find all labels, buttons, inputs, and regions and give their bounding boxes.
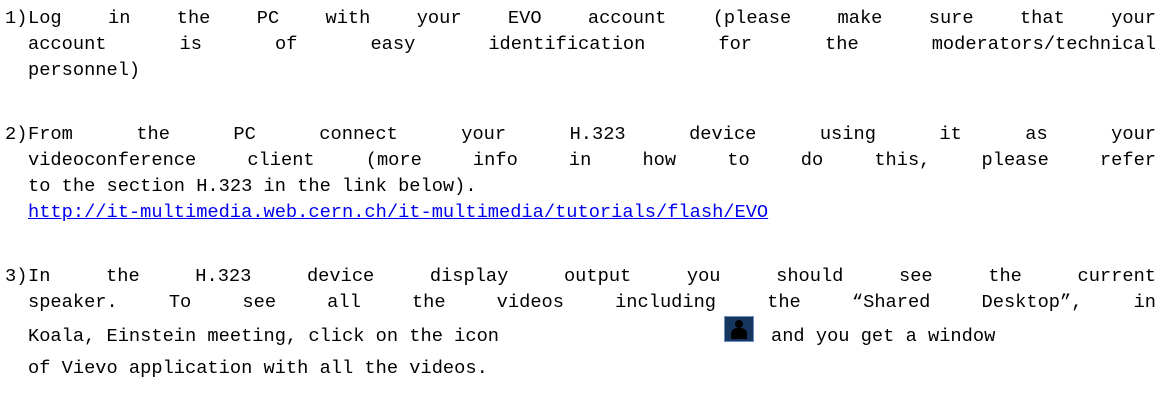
step-text-line: videoconference client (more info in how…	[28, 149, 1156, 171]
step-text-line: Log in the PC with your EVO account (ple…	[28, 7, 1156, 29]
step-text-line: of Vievo application with all the videos…	[28, 357, 488, 379]
step-text-line: From the PC connect your H.323 device us…	[28, 123, 1156, 145]
step-text-line: to the section H.323 in the link below).	[28, 175, 477, 197]
step-text-line: speaker. To see all the videos including…	[28, 291, 1156, 313]
icon-shoulders-shape	[731, 328, 747, 339]
person-silhouette-icon	[724, 316, 754, 342]
step-text-line: Koala, Einstein meeting, click on the ic…	[28, 325, 500, 347]
step-text-line: and you get a window	[771, 325, 996, 347]
evo-tutorial-link[interactable]: http://it-multimedia.web.cern.ch/it-mult…	[28, 199, 768, 225]
icon-head-shape	[735, 320, 743, 328]
instructions-document: 1) Log in the PC with your EVO account (…	[0, 0, 1171, 410]
step-text-line: account is of easy identification for th…	[28, 33, 1156, 55]
step-text-line: In the H.323 device display output you s…	[28, 265, 1156, 287]
step-number: 1)	[5, 7, 28, 29]
step-text-line: personnel)	[28, 59, 141, 81]
step-number: 3)	[5, 265, 28, 287]
step-number: 2)	[5, 123, 28, 145]
